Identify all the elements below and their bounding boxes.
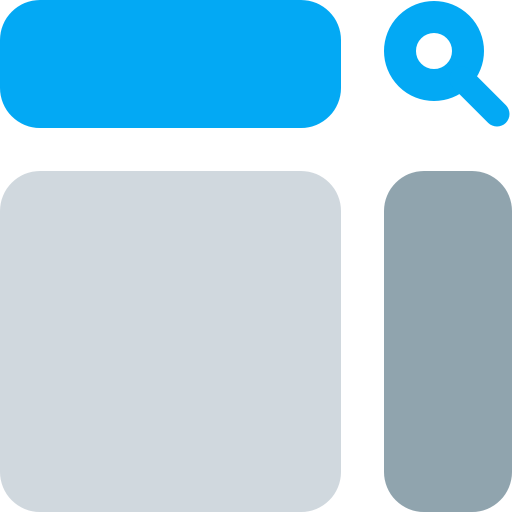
sidebar-panel [384,171,512,512]
search-button[interactable] [383,0,512,129]
magnifier-icon [384,1,510,127]
search-bar[interactable] [0,0,341,128]
content-panel [0,171,341,512]
search-layout-icon [0,0,512,512]
magnifier-handle [449,66,510,127]
